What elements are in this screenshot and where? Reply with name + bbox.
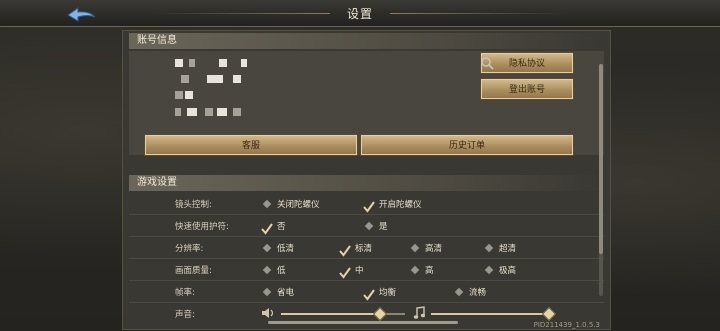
game-section-title: 游戏设置	[129, 175, 604, 191]
account-section-title: 账号信息	[129, 33, 604, 49]
logout-button[interactable]: 登出账号	[481, 79, 573, 99]
setting-label: 快速使用护符:	[175, 222, 229, 232]
radio-unselected-icon	[453, 286, 465, 298]
music-note-icon	[413, 306, 425, 319]
title-ornament-right	[390, 13, 570, 14]
order-history-button[interactable]: 历史订单	[361, 135, 573, 155]
setting-row-resolution: 分辨率: 低清 标清 高清 超清	[129, 237, 604, 259]
vertical-scrollbar[interactable]	[599, 64, 603, 296]
setting-label: 镜头控制:	[175, 200, 212, 210]
scroll-thumb[interactable]	[599, 64, 603, 254]
setting-label: 帧率:	[175, 288, 195, 298]
setting-row-framerate: 帧率: 省电 均衡 流畅	[129, 281, 604, 303]
checkmark-icon	[339, 264, 351, 279]
setting-label: 分辨率:	[175, 244, 204, 254]
radio-unselected-icon	[483, 242, 495, 254]
radio-unselected-icon	[363, 220, 375, 232]
music-volume-slider[interactable]	[431, 306, 557, 322]
privacy-policy-button[interactable]: 隐私协议	[481, 53, 573, 73]
radio-unselected-icon	[261, 286, 273, 298]
search-icon	[481, 57, 494, 70]
checkmark-icon	[261, 220, 273, 235]
speaker-icon	[262, 308, 274, 318]
checkmark-icon	[339, 242, 351, 257]
radio-unselected-icon	[409, 264, 421, 276]
checkmark-icon	[363, 286, 375, 301]
version-label: PID211439_1.0.5.3	[533, 321, 600, 329]
page-title: 设置	[346, 7, 373, 21]
logout-label: 登出账号	[508, 85, 545, 95]
setting-label: 画面质量:	[175, 266, 212, 276]
sfx-volume-slider[interactable]	[281, 306, 405, 322]
title-bar: 设置	[0, 0, 720, 27]
radio-unselected-icon	[261, 242, 273, 254]
setting-label: 声音:	[175, 310, 195, 320]
radio-unselected-icon	[261, 198, 273, 210]
order-history-label: 历史订单	[448, 141, 485, 151]
checkmark-icon	[363, 198, 375, 213]
radio-unselected-icon	[409, 242, 421, 254]
customer-service-button[interactable]: 客服	[145, 135, 357, 155]
privacy-policy-label: 隐私协议	[508, 59, 545, 69]
bottom-scroll-indicator	[268, 321, 458, 324]
sfx-slider-handle[interactable]	[373, 306, 388, 322]
setting-row-quality: 画面质量: 低 中 高 极高	[129, 259, 604, 281]
account-info-box: 隐私协议 登出账号 客服 历史订单	[129, 51, 604, 155]
setting-row-quick-amulet: 快速使用护符: 否 是	[129, 215, 604, 237]
customer-service-label: 客服	[241, 141, 260, 151]
radio-unselected-icon	[483, 264, 495, 276]
radio-unselected-icon	[261, 264, 273, 276]
setting-row-camera: 镜头控制: 关闭陀螺仪 开启陀螺仪	[129, 193, 604, 215]
music-slider-handle[interactable]	[541, 306, 557, 322]
settings-panel: 账号信息 隐私协议 登出账号 客服 历史订单 游戏设置 镜头控制: 关闭陀螺仪 …	[122, 30, 611, 330]
